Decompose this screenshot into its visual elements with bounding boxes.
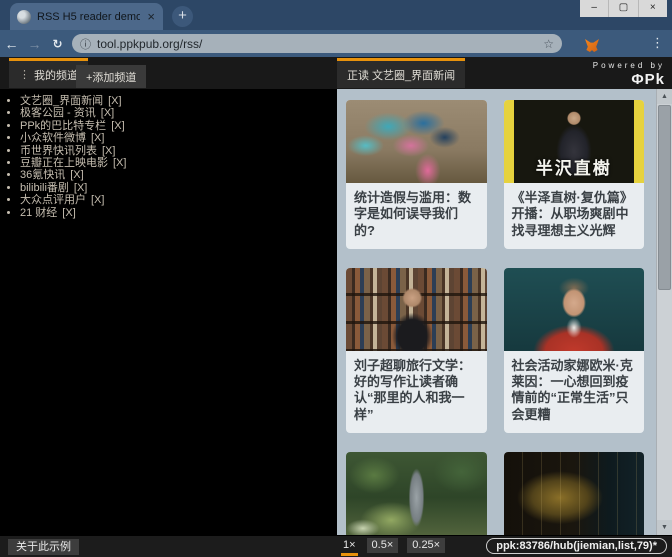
article-title: 社会活动家娜欧米·克莱因：一心想回到疫情前的“正常生活”只会更糟: [504, 351, 645, 433]
my-channels-label: 我的频道: [34, 67, 78, 83]
forward-icon[interactable]: →: [23, 36, 46, 52]
close-button[interactable]: ×: [638, 0, 667, 17]
maximize-button[interactable]: ▢: [608, 0, 637, 17]
channel-remove-link[interactable]: [X]: [91, 194, 104, 206]
article-card[interactable]: 《奥州小道》：松尾芭: [346, 452, 487, 535]
powered-by-label: Powered by: [593, 61, 665, 70]
tab-close-icon[interactable]: ×: [146, 10, 156, 23]
ppk-logo: ΦPk: [593, 71, 665, 88]
powered-by: Powered by ΦPk: [593, 61, 665, 88]
channel-link[interactable]: 极客公园 - 资讯: [20, 107, 96, 119]
channel-remove-link[interactable]: [X]: [91, 132, 104, 144]
channel-remove-link[interactable]: [X]: [70, 169, 83, 181]
scroll-up-icon[interactable]: ▲: [657, 89, 672, 104]
article-feed: 统计造假与滥用：数字是如何误导我们的? 半沢直樹 《半泽直树·复仇篇》开播：从职…: [337, 89, 672, 535]
page-body: 文艺圈_界面新闻[X] 极客公园 - 资讯[X] PPk的巴比特专栏[X] 小众…: [0, 89, 672, 535]
channel-item: 文艺圈_界面新闻 [X]: [20, 95, 333, 107]
channel-link[interactable]: 币世界快讯列表: [20, 145, 97, 157]
new-tab-button[interactable]: +: [172, 6, 193, 27]
add-channel-label: +添加频道: [86, 69, 136, 85]
article-card[interactable]: 半沢直樹 《半泽直树·复仇篇》开播：从职场爽剧中找寻理想主义光辉: [504, 100, 645, 249]
page-info-icon[interactable]: ⓘ: [80, 36, 91, 52]
channel-item: 小众软件微博 [X]: [20, 132, 333, 144]
channel-remove-link[interactable]: [X]: [62, 207, 75, 219]
browser-toolbar: ← → ↻ ⓘ tool.ppkpub.org/rss/ ☆ ⋮: [0, 30, 672, 57]
article-title: 刘子超聊旅行文学：好的写作让读者确认“那里的人和我一样”: [346, 351, 487, 433]
minimize-button[interactable]: –: [580, 0, 608, 17]
ppk-address-badge[interactable]: ppk:83786/hub(jiemian,list,79)*: [486, 538, 667, 554]
zoom-1x-button[interactable]: 1×: [341, 538, 358, 556]
article-thumbnail-hanzawa-poster: 半沢直樹: [504, 100, 645, 183]
article-card[interactable]: 刘子超聊旅行文学：好的写作让读者确认“那里的人和我一样”: [346, 268, 487, 433]
channel-link[interactable]: 36氪快讯: [20, 169, 65, 181]
article-card[interactable]: 社会活动家娜欧米·克莱因：一心想回到疫情前的“正常生活”只会更糟: [504, 268, 645, 433]
channel-item: 豆瓣正在上映电影 [X]: [20, 157, 333, 169]
article-card[interactable]: 统计造假与滥用：数字是如何误导我们的?: [346, 100, 487, 249]
address-bar[interactable]: ⓘ tool.ppkpub.org/rss/ ☆: [72, 34, 562, 53]
tab-add-channel[interactable]: +添加频道: [76, 65, 146, 88]
channel-item: 36氪快讯 [X]: [20, 169, 333, 181]
zoom-controls: 1× 0.5× 0.25×: [341, 538, 445, 556]
channel-list: 文艺圈_界面新闻[X] 极客公园 - 资讯[X] PPk的巴比特专栏[X] 小众…: [20, 95, 333, 219]
browser-window: RSS H5 reader demo (Powere × + – ▢ × ← →…: [0, 0, 672, 557]
channel-link[interactable]: 大众点评用户: [20, 194, 86, 206]
channel-item: 极客公园 - 资讯 [X]: [20, 107, 333, 119]
metamask-icon[interactable]: [585, 39, 599, 52]
channel-remove-link[interactable]: [X]: [108, 95, 121, 107]
channel-sidebar: 文艺圈_界面新闻[X] 极客公园 - 资讯[X] PPk的巴比特专栏[X] 小众…: [0, 89, 337, 535]
browser-menu-icon[interactable]: ⋮: [651, 35, 664, 51]
article-thumbnail-dark-interior: [504, 452, 645, 535]
channel-link[interactable]: PPk的巴比特专栏: [20, 120, 106, 132]
scroll-down-icon[interactable]: ▼: [657, 520, 672, 535]
article-thumbnail-naomi-klein: [504, 268, 645, 351]
article-thumbnail-graffiti-mural: [346, 100, 487, 183]
channel-link[interactable]: 小众软件微博: [20, 132, 86, 144]
article-title: 《半泽直树·复仇篇》开播：从职场爽剧中找寻理想主义光辉: [504, 183, 645, 249]
status-bar: 关于此示例 1× 0.5× 0.25× ppk:83786/hub(jiemia…: [0, 535, 672, 557]
browser-tab[interactable]: RSS H5 reader demo (Powere ×: [10, 3, 163, 30]
article-thumbnail-author-bookshelf: [346, 268, 487, 351]
article-thumbnail-statue-forest: [346, 452, 487, 535]
article-grid: 统计造假与滥用：数字是如何误导我们的? 半沢直樹 《半泽直树·复仇篇》开播：从职…: [346, 100, 644, 535]
zoom-025x-button[interactable]: 0.25×: [407, 538, 445, 553]
channel-item: 21 财经 [X]: [20, 207, 333, 219]
poster-title-text: 半沢直樹: [504, 154, 645, 179]
channel-remove-link[interactable]: [X]: [101, 107, 114, 119]
bookmark-star-icon[interactable]: ☆: [543, 37, 554, 51]
tab-now-reading[interactable]: 正读 文艺圈_界面新闻: [337, 58, 465, 88]
feed-scrollbar[interactable]: ▲ ▼: [656, 89, 672, 535]
reload-icon[interactable]: ↻: [46, 37, 69, 51]
site-favicon-icon: [17, 10, 31, 24]
now-reading-label: 正读 文艺圈_界面新闻: [347, 67, 455, 83]
url-text[interactable]: tool.ppkpub.org/rss/: [97, 37, 537, 51]
channel-item: 大众点评用户 [X]: [20, 194, 333, 206]
zoom-05x-button[interactable]: 0.5×: [367, 538, 399, 553]
article-title: 统计造假与滥用：数字是如何误导我们的?: [346, 183, 487, 249]
channel-link[interactable]: 豆瓣正在上映电影: [20, 157, 108, 169]
browser-titlebar: RSS H5 reader demo (Powere × + – ▢ ×: [0, 0, 672, 30]
channel-link[interactable]: 文艺圈_界面新闻: [20, 95, 103, 107]
tab-title: RSS H5 reader demo (Powere: [37, 11, 140, 23]
channel-remove-link[interactable]: [X]: [102, 145, 115, 157]
channel-remove-link[interactable]: [X]: [111, 120, 124, 132]
window-controls: – ▢ ×: [580, 0, 667, 17]
back-icon[interactable]: ←: [0, 36, 23, 52]
scrollbar-thumb[interactable]: [658, 105, 671, 290]
channel-item: 币世界快讯列表 [X]: [20, 145, 333, 157]
channel-remove-link[interactable]: [X]: [113, 157, 126, 169]
page-header: ⋮ 我的频道 +添加频道 正读 文艺圈_界面新闻 Powered by ΦPk: [0, 57, 672, 89]
channel-remove-link[interactable]: [X]: [74, 182, 87, 194]
channel-link[interactable]: bilibili番剧: [20, 182, 69, 194]
channel-item: bilibili番剧 [X]: [20, 182, 333, 194]
channel-item: PPk的巴比特专栏 [X]: [20, 120, 333, 132]
article-card[interactable]: 居家工作的日子里，你: [504, 452, 645, 535]
channel-link[interactable]: 21 财经: [20, 207, 57, 219]
list-icon: ⋮: [19, 68, 30, 81]
about-example-button[interactable]: 关于此示例: [8, 539, 79, 555]
